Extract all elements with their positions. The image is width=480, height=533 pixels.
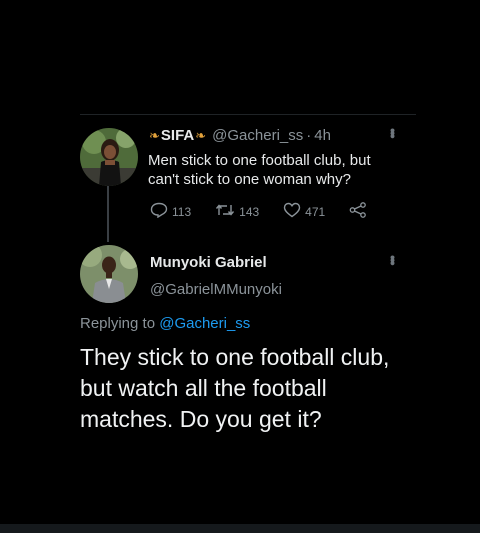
tweet-actions: 113 143 471: [150, 202, 395, 221]
reply-display-name[interactable]: Munyoki Gabriel: [150, 254, 267, 271]
share-icon: [349, 202, 371, 221]
butterfly-icon: ❧: [149, 127, 160, 143]
more-options-icon[interactable]: •••: [385, 255, 401, 264]
original-timestamp[interactable]: 4h: [314, 127, 331, 144]
original-display-name[interactable]: SIFA: [161, 127, 194, 144]
reply-count: 113: [172, 204, 192, 219]
original-tweet-text: Men stick to one football club, but can'…: [148, 152, 371, 188]
bottom-bar: [0, 524, 480, 533]
more-options-icon[interactable]: •••: [385, 128, 401, 137]
replying-to-label: Replying to: [80, 315, 156, 332]
retweet-icon: [215, 202, 239, 221]
heart-icon: [283, 202, 305, 221]
reply-handle[interactable]: @GabrielMMunyoki: [150, 281, 282, 298]
share-button[interactable]: [349, 202, 371, 221]
replying-to-mention[interactable]: @Gacheri_ss: [159, 315, 250, 332]
replying-to-line: Replying to @Gacheri_ss: [80, 315, 250, 332]
thread-line: [107, 186, 109, 242]
top-divider: [80, 114, 416, 115]
retweet-button[interactable]: 143: [215, 202, 259, 221]
separator-dot: ·: [306, 127, 312, 144]
reply-tweet-text: They stick to one football club, but wat…: [80, 344, 390, 432]
sifa-avatar[interactable]: [80, 128, 138, 186]
retweet-count: 143: [239, 204, 260, 219]
original-name-row: ❧ SIFA ❧ @Gacheri_ss · 4h: [148, 127, 331, 144]
like-count: 471: [305, 204, 326, 219]
original-handle[interactable]: @Gacheri_ss: [212, 127, 303, 144]
reply-button[interactable]: 113: [150, 202, 191, 221]
munyoki-avatar[interactable]: [80, 245, 138, 303]
butterfly-icon: ❧: [195, 127, 207, 143]
reply-icon: [150, 202, 172, 221]
like-button[interactable]: 471: [283, 202, 325, 221]
